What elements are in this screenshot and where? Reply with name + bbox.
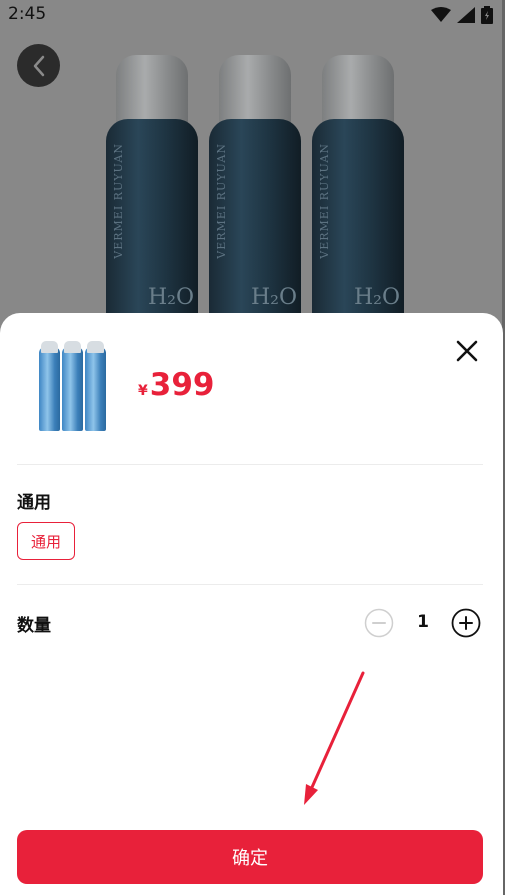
divider	[17, 464, 483, 465]
product-can: VERMEI RUYUAN H₂O	[312, 55, 404, 399]
product-hero-image: VERMEI RUYUAN H₂O VERMEI RUYUAN H₂O VERM…	[0, 0, 505, 399]
divider	[17, 584, 483, 585]
status-time: 2:45	[8, 4, 47, 24]
status-bar: 2:45	[0, 0, 505, 30]
spec-section-label: 通用	[17, 493, 51, 513]
quantity-decrement-button[interactable]	[364, 608, 394, 638]
can-brand-text: VERMEI RUYUAN	[112, 143, 125, 259]
price-currency: ¥	[138, 383, 148, 399]
can-brand-text: VERMEI RUYUAN	[318, 143, 331, 259]
confirm-button[interactable]: 确定	[17, 830, 483, 884]
back-icon	[33, 55, 44, 76]
quantity-label: 数量	[17, 616, 51, 636]
spec-option-chip[interactable]: 通用	[17, 522, 75, 560]
can-label: H₂O	[354, 285, 401, 310]
quantity-value: 1	[417, 612, 429, 632]
product-thumbnail	[36, 341, 108, 433]
can-label: H₂O	[148, 285, 195, 310]
price: ¥399	[138, 367, 214, 403]
can-label: H₂O	[251, 285, 298, 310]
arrow-annotation	[304, 671, 365, 805]
plus-icon	[451, 608, 481, 638]
close-button[interactable]	[452, 336, 482, 366]
can-brand-text: VERMEI RUYUAN	[215, 143, 228, 259]
product-can: VERMEI RUYUAN H₂O	[106, 55, 198, 399]
price-value: 399	[149, 367, 215, 403]
product-can: VERMEI RUYUAN H₂O	[209, 55, 301, 399]
battery-icon	[481, 6, 493, 24]
quantity-increment-button[interactable]	[451, 608, 481, 638]
back-button[interactable]	[17, 44, 60, 87]
signal-icon	[457, 7, 475, 23]
wifi-icon	[431, 7, 451, 22]
close-icon	[456, 340, 478, 362]
sku-selection-sheet: ¥399 通用 通用 数量 1 确定	[0, 313, 503, 895]
minus-icon	[364, 608, 394, 638]
